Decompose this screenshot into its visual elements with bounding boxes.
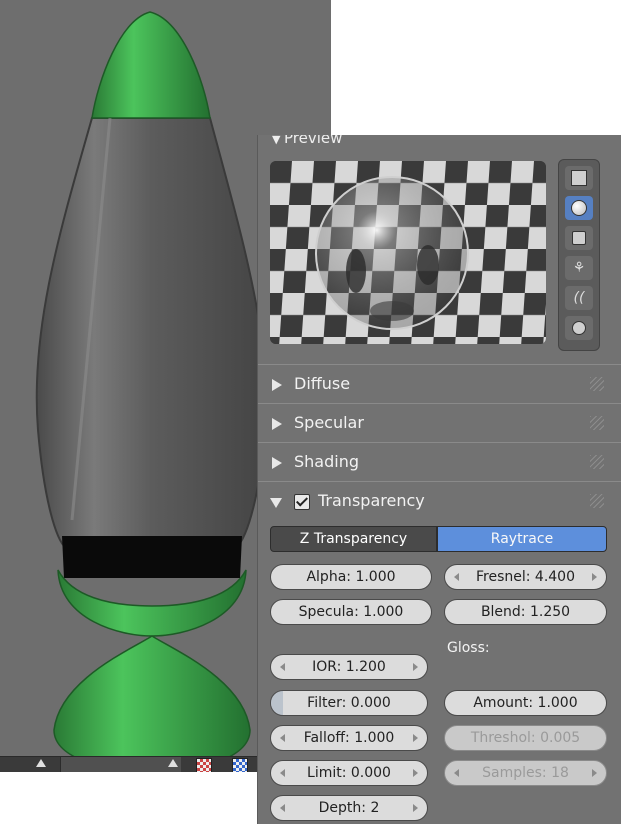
ior-value: IOR: 1.200 [312,659,386,675]
fresnel-field[interactable]: Fresnel: 4.400 [444,564,607,590]
specula-field[interactable]: Specula: 1.000 [270,599,432,625]
filter-value: Filter: 0.000 [307,695,391,711]
section-label: Specular [294,413,364,432]
ior-field[interactable]: IOR: 1.200 [270,654,428,680]
monkey-icon[interactable]: ⚘ [565,256,593,280]
z-transparency-button[interactable]: Z Transparency [270,526,437,552]
amount-value: Amount: 1.000 [473,695,578,711]
chevron-down-icon: ▼ [272,135,284,146]
blend-field[interactable]: Blend: 1.250 [444,599,607,625]
section-shading[interactable]: Shading [258,442,621,480]
filter-field[interactable]: Filter: 0.000 [270,690,428,716]
drag-grip-icon[interactable] [590,377,604,391]
texture-toggle-icon[interactable] [196,758,212,772]
gloss-samples-field[interactable]: Samples: 18 [444,760,607,786]
section-label: Shading [294,452,359,471]
mode-selector[interactable] [60,757,181,772]
depth-value: Depth: 2 [318,800,380,816]
expand-arrow-icon [272,457,282,469]
drag-grip-icon[interactable] [590,416,604,430]
checker-sphere-preview [270,161,546,344]
fresnel-value: Fresnel: 4.400 [475,569,575,585]
drag-grip-icon[interactable] [590,494,604,508]
sphere-icon[interactable] [565,196,593,220]
specula-value: Specula: 1.000 [298,604,404,620]
alpha-value: Alpha: 1.000 [306,569,396,585]
material-toggle-icon[interactable] [232,758,248,772]
sphere-sky-icon[interactable] [565,316,593,340]
preview-type-toolbar: ⚘ (( [558,159,600,351]
gloss-threshold-field[interactable]: Threshol: 0.005 [444,725,607,751]
section-label: Diffuse [294,374,351,393]
falloff-value: Falloff: 1.000 [303,730,395,746]
material-preview [270,161,546,344]
hair-icon[interactable]: (( [565,286,593,310]
menu-arrow-icon[interactable] [168,759,178,767]
section-specular[interactable]: Specular [258,403,621,441]
section-diffuse[interactable]: Diffuse [258,364,621,402]
limit-value: Limit: 0.000 [307,765,391,781]
preview-header[interactable]: ▼ Preview [258,135,621,147]
blend-value: Blend: 1.250 [480,604,571,620]
menu-arrow-icon[interactable] [36,759,46,767]
raytrace-button[interactable]: Raytrace [437,526,607,552]
collapse-arrow-icon [270,498,282,508]
expand-arrow-icon [272,379,282,391]
section-transparency[interactable]: Transparency [258,481,621,519]
falloff-field[interactable]: Falloff: 1.000 [270,725,428,751]
expand-arrow-icon [272,418,282,430]
transparency-checkbox[interactable] [294,494,310,510]
viewport-header-bar [0,756,265,772]
depth-field[interactable]: Depth: 2 [270,795,428,821]
section-label: Transparency [318,491,425,510]
threshold-value: Threshol: 0.005 [470,730,581,746]
plane-icon[interactable] [565,166,593,190]
gloss-amount-field[interactable]: Amount: 1.000 [444,690,607,716]
alpha-field[interactable]: Alpha: 1.000 [270,564,432,590]
gloss-label: Gloss: [447,640,490,656]
limit-field[interactable]: Limit: 0.000 [270,760,428,786]
samples-value: Samples: 18 [482,765,569,781]
cube-icon[interactable] [565,226,593,250]
drag-grip-icon[interactable] [590,455,604,469]
preview-title: Preview [283,135,343,147]
material-properties-panel: ▼ Preview ⚘ ((Diffuse Specular Shading … [257,135,621,824]
